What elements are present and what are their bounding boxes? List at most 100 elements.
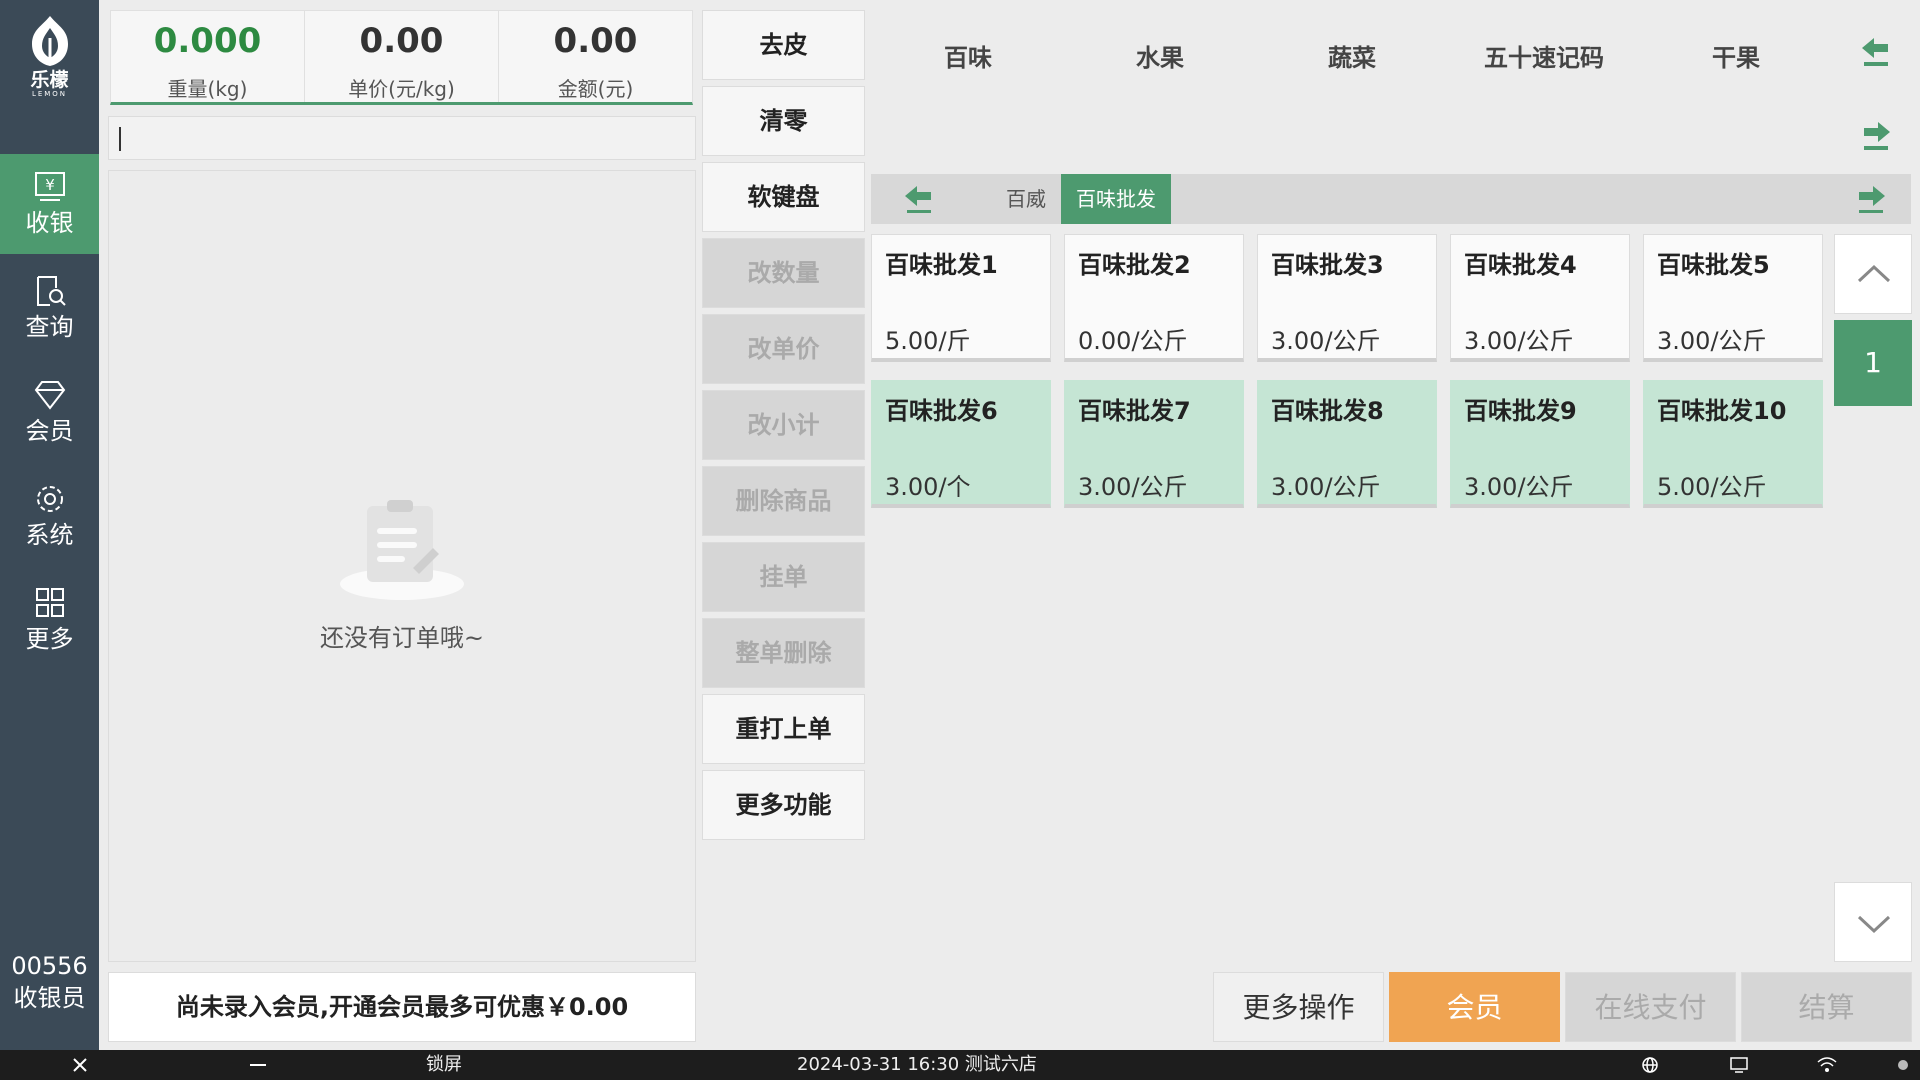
scale-readout: 0.000 重量(kg) 0.00 单价(元/kg) 0.00 金额(元) [110, 10, 693, 105]
member-promo-bar[interactable]: 尚未录入会员,开通会员最多可优惠￥0.00 [108, 972, 696, 1042]
category-tab[interactable]: 蔬菜 [1262, 38, 1442, 73]
sidebar: 乐檬 LEMON ¥ 收银 查询 会员 系统 更多 00556 收银员 [0, 0, 99, 1050]
empty-order-icon [340, 500, 464, 600]
sidebar-item-more[interactable]: 更多 [0, 570, 99, 670]
subcategory-next-arrow-icon[interactable] [1851, 180, 1891, 220]
text-caret [119, 127, 121, 151]
brand-logo: 乐檬 LEMON [0, 14, 99, 114]
weight-label: 重量(kg) [167, 77, 248, 101]
product-card[interactable]: 百味批发9 3.00/公斤 [1450, 380, 1630, 508]
online-pay-button[interactable]: 在线支付 [1565, 972, 1736, 1042]
lemon-logo-icon [31, 16, 68, 66]
product-price: 3.00/公斤 [1271, 473, 1381, 501]
product-card[interactable]: 百味批发7 3.00/公斤 [1064, 380, 1244, 508]
barcode-input[interactable] [108, 116, 696, 160]
clear-order-button[interactable]: 整单删除 [702, 618, 865, 688]
product-name: 百味批发6 [885, 397, 998, 425]
product-card[interactable]: 百味批发6 3.00/个 [871, 380, 1051, 508]
change-quantity-button[interactable]: 改数量 [702, 238, 865, 308]
category-next-arrow-icon[interactable] [1856, 116, 1896, 156]
product-card[interactable]: 百味批发8 3.00/公斤 [1257, 380, 1437, 508]
globe-icon[interactable] [1641, 1056, 1659, 1074]
product-price: 3.00/公斤 [1464, 473, 1574, 501]
product-price: 3.00/公斤 [1271, 327, 1381, 355]
category-prev-arrow-icon[interactable] [1856, 32, 1896, 72]
subcategory-tab-active[interactable]: 百味批发 [1061, 174, 1171, 224]
gear-icon [36, 486, 63, 512]
sidebar-item-system[interactable]: 系统 [0, 466, 99, 566]
product-price: 3.00/公斤 [1464, 327, 1574, 355]
product-card[interactable]: 百味批发2 0.00/公斤 [1064, 234, 1244, 362]
product-name: 百味批发7 [1078, 397, 1191, 425]
close-icon[interactable] [72, 1057, 88, 1073]
category-tab[interactable]: 干果 [1646, 38, 1826, 73]
product-name: 百味批发8 [1271, 397, 1384, 425]
sidebar-item-cashier[interactable]: ¥ 收银 [0, 154, 99, 254]
cash-register-icon: ¥ [34, 172, 65, 201]
product-price: 5.00/斤 [885, 327, 971, 355]
product-price: 0.00/公斤 [1078, 327, 1188, 355]
amount-value: 0.00 [553, 21, 638, 61]
weight-cell: 0.000 重量(kg) [111, 11, 305, 102]
sidebar-item-label: 系统 [25, 521, 74, 549]
cashier-role: 收银员 [13, 984, 86, 1012]
settle-button[interactable]: 结算 [1741, 972, 1912, 1042]
empty-state: 还没有订单哦~ [109, 496, 695, 653]
more-actions-button[interactable]: 更多操作 [1213, 972, 1384, 1042]
soft-keyboard-button[interactable]: 软键盘 [702, 162, 865, 232]
product-card[interactable]: 百味批发5 3.00/公斤 [1643, 234, 1823, 362]
delete-item-button[interactable]: 删除商品 [702, 466, 865, 536]
sidebar-item-query[interactable]: 查询 [0, 258, 99, 358]
lock-screen-button[interactable]: 锁屏 [426, 1050, 462, 1080]
minimize-icon[interactable] [249, 1057, 267, 1073]
sidebar-item-label: 会员 [25, 417, 74, 445]
monitor-icon[interactable] [1729, 1056, 1749, 1074]
unit-price-cell: 0.00 单价(元/kg) [305, 11, 499, 102]
page-up-button[interactable] [1834, 234, 1912, 314]
current-page: 1 [1834, 320, 1912, 406]
tare-button[interactable]: 去皮 [702, 10, 865, 80]
sidebar-item-label: 查询 [25, 313, 74, 341]
product-name: 百味批发5 [1657, 251, 1770, 279]
product-price: 5.00/公斤 [1657, 473, 1767, 501]
svg-text:¥: ¥ [45, 176, 55, 194]
empty-state-text: 还没有订单哦~ [319, 624, 485, 652]
product-price: 3.00/公斤 [1078, 473, 1188, 501]
reprint-last-button[interactable]: 重打上单 [702, 694, 865, 764]
wifi-icon[interactable] [1816, 1056, 1838, 1074]
category-tab[interactable]: 百味 [878, 38, 1058, 73]
amount-label: 金额(元) [557, 77, 634, 101]
member-button[interactable]: 会员 [1389, 972, 1560, 1042]
zero-button[interactable]: 清零 [702, 86, 865, 156]
status-dot-icon [1898, 1060, 1908, 1070]
change-price-button[interactable]: 改单价 [702, 314, 865, 384]
product-card[interactable]: 百味批发4 3.00/公斤 [1450, 234, 1630, 362]
category-tab[interactable]: 水果 [1070, 38, 1250, 73]
change-subtotal-button[interactable]: 改小计 [702, 390, 865, 460]
search-document-icon [36, 276, 66, 306]
more-functions-button[interactable]: 更多功能 [702, 770, 865, 840]
product-name: 百味批发1 [885, 251, 998, 279]
diamond-icon [34, 381, 65, 410]
product-price: 3.00/公斤 [1657, 327, 1767, 355]
product-name: 百味批发9 [1464, 397, 1577, 425]
cashier-info: 00556 收银员 [0, 950, 99, 1014]
weight-value: 0.000 [153, 21, 262, 61]
product-card[interactable]: 百味批发10 5.00/公斤 [1643, 380, 1823, 508]
chevron-up-icon [1857, 264, 1891, 283]
product-card[interactable]: 百味批发1 5.00/斤 [871, 234, 1051, 362]
product-name: 百味批发2 [1078, 251, 1191, 279]
hold-order-button[interactable]: 挂单 [702, 542, 865, 612]
product-name: 百味批发4 [1464, 251, 1577, 279]
category-tab[interactable]: 五十速记码 [1454, 38, 1634, 73]
grid-icon [35, 588, 64, 617]
product-name: 百味批发3 [1271, 251, 1384, 279]
subcategory-prev-arrow-icon[interactable] [899, 180, 939, 220]
datetime-store: 2024-03-31 16:30 测试六店 [797, 1054, 1037, 1075]
sidebar-item-member[interactable]: 会员 [0, 362, 99, 462]
page-down-button[interactable] [1834, 882, 1912, 962]
logo-subtext: LEMON [31, 90, 68, 98]
amount-cell: 0.00 金额(元) [499, 11, 692, 102]
sidebar-item-label: 收银 [25, 209, 74, 237]
product-card[interactable]: 百味批发3 3.00/公斤 [1257, 234, 1437, 362]
